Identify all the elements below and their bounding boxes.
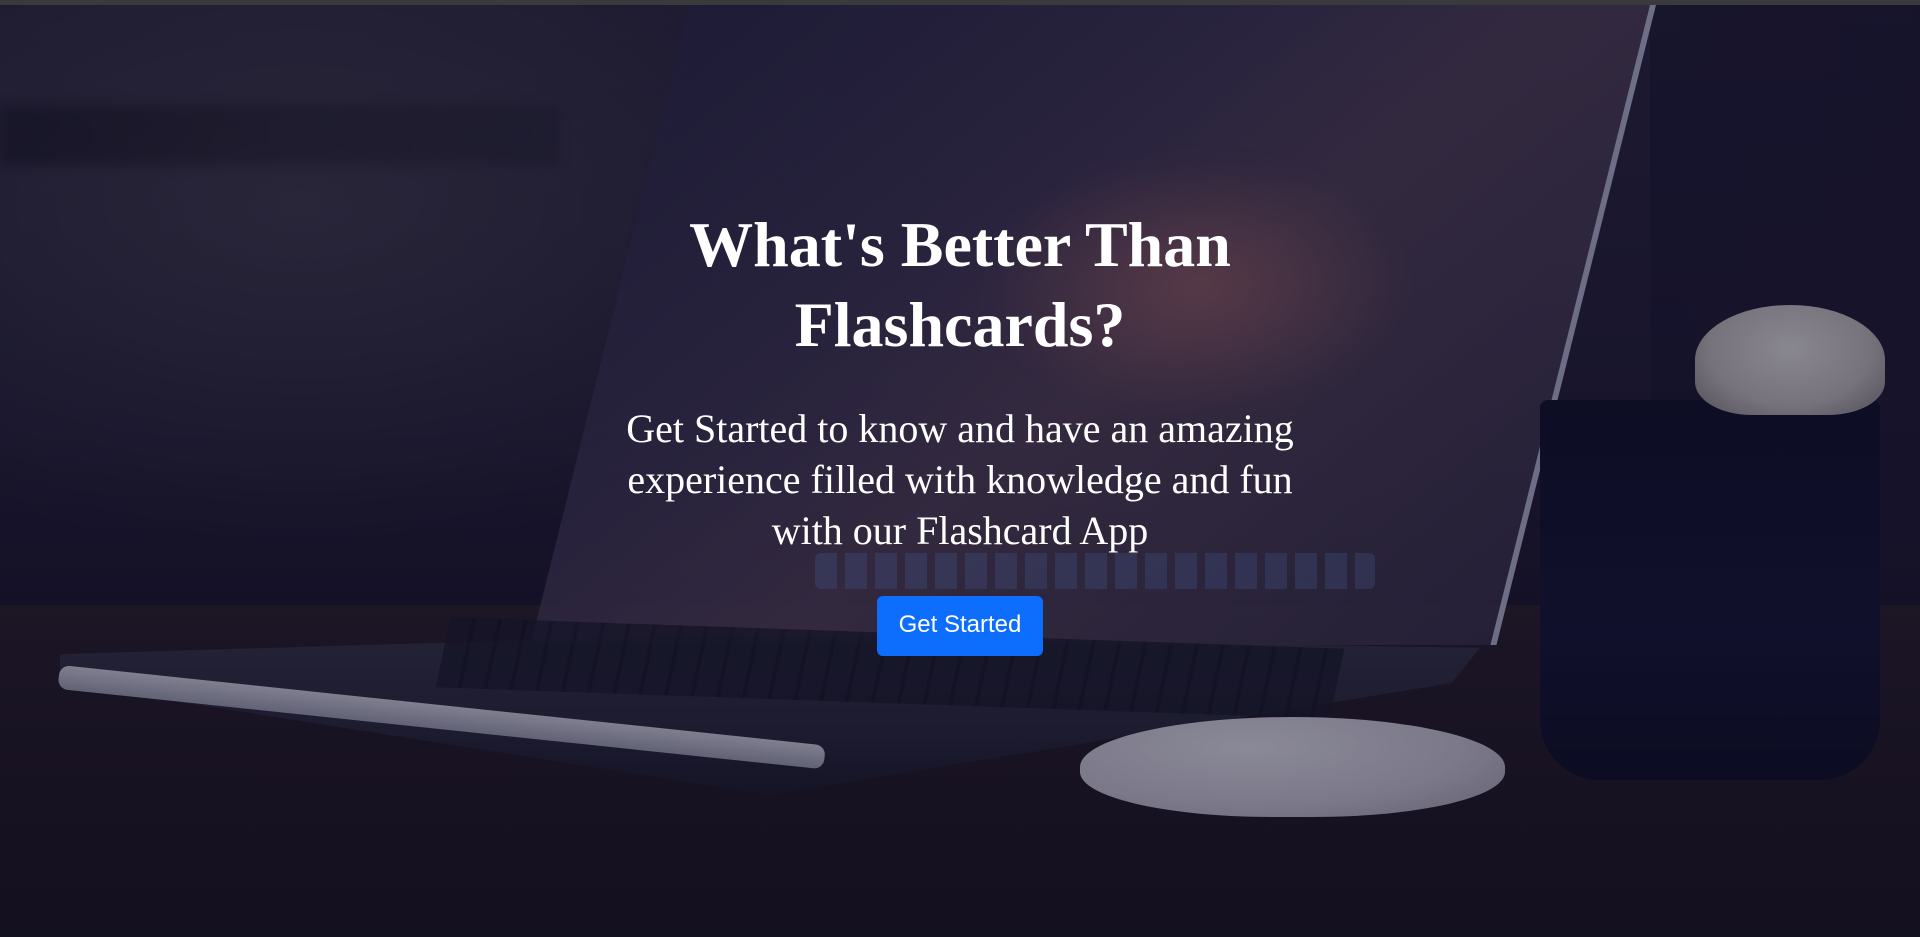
get-started-button[interactable]: Get Started: [876, 596, 1044, 656]
hero-title: What's Better Than Flashcards?: [689, 209, 1231, 360]
browser-top-bar: [0, 0, 1920, 5]
hero-subtitle: Get Started to know and have an amazing …: [626, 406, 1294, 553]
hero-section: What's Better Than Flashcards? Get Start…: [0, 5, 1920, 937]
hero-content: What's Better Than Flashcards? Get Start…: [560, 205, 1360, 656]
